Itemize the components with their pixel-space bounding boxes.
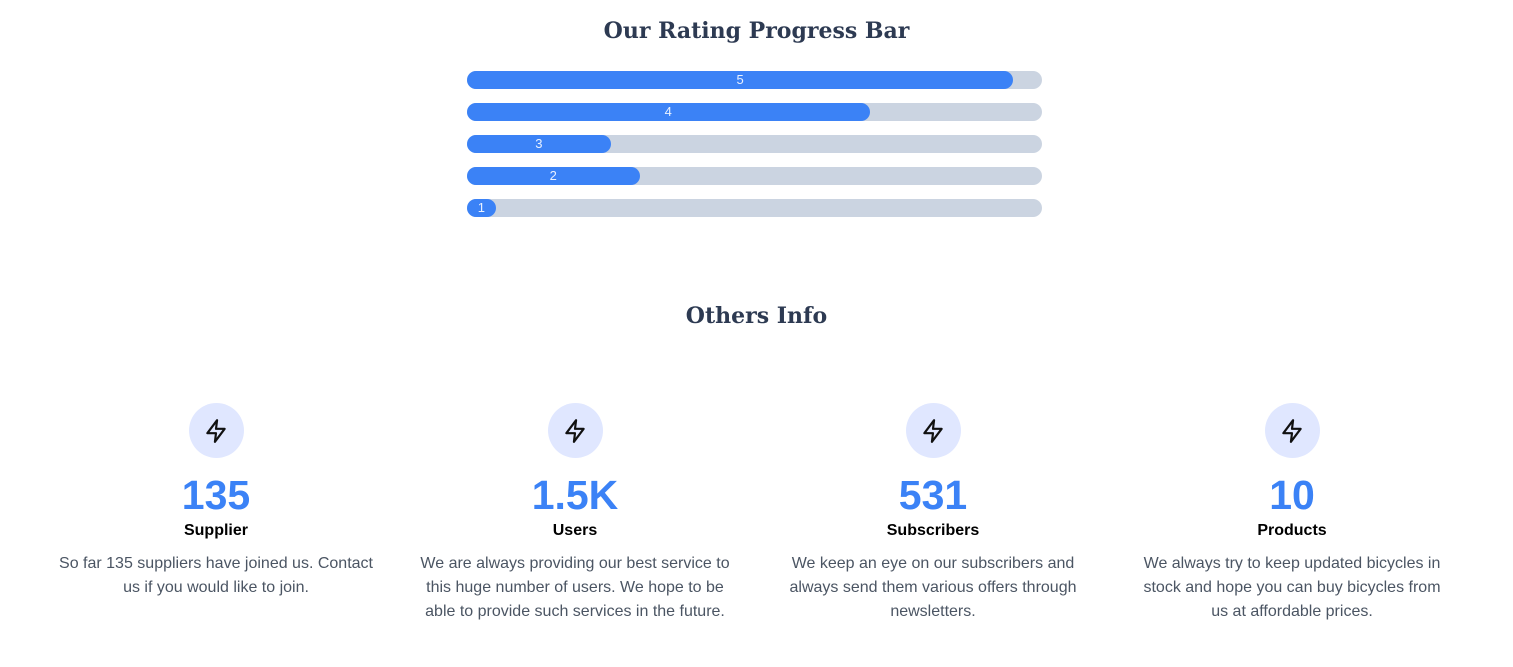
stat-label: Supplier (183, 522, 248, 539)
lightning-bolt-icon (188, 403, 244, 458)
stat-number: 135 (181, 472, 251, 518)
stat-card-users: 1.5K Users We are always providing our b… (410, 403, 740, 624)
rating-bar-track: 4 (467, 103, 1042, 121)
rating-bar-fill: 4 (467, 103, 870, 121)
rating-bar-track: 2 (467, 167, 1042, 185)
rating-section-title: Our Rating Progress Bar (603, 18, 910, 44)
stat-description: We are always providing our best service… (420, 555, 730, 620)
rating-bar-fill: 5 (467, 71, 1014, 89)
rating-bar-track: 1 (467, 199, 1042, 217)
stat-card-subscribers: 531 Subscribers We keep an eye on our su… (768, 403, 1098, 624)
stat-number: 10 (1269, 472, 1315, 518)
stat-number: 1.5K (531, 472, 619, 518)
stat-card-products: 10 Products We always try to keep update… (1127, 403, 1457, 624)
stat-label: Subscribers (886, 522, 980, 539)
rating-bar-fill: 3 (467, 135, 611, 153)
rating-bars: 5 4 3 2 1 (467, 71, 1042, 231)
stat-card-supplier: 135 Supplier So far 135 suppliers have j… (51, 403, 381, 600)
stat-number: 531 (898, 472, 968, 518)
lightning-bolt-icon (905, 403, 961, 458)
rating-bar-fill: 1 (467, 199, 496, 217)
stat-description: We always try to keep updated bicycles i… (1143, 555, 1441, 620)
others-section-title: Others Info (685, 303, 828, 329)
stat-label: Products (1257, 522, 1327, 539)
rating-bar-track: 5 (467, 71, 1042, 89)
stat-description: We keep an eye on our subscribers and al… (789, 555, 1077, 620)
rating-bar-track: 3 (467, 135, 1042, 153)
stat-label: Users (552, 522, 598, 539)
stat-description: So far 135 suppliers have joined us. Con… (59, 555, 373, 596)
rating-bar-fill: 2 (467, 167, 640, 185)
lightning-bolt-icon (1264, 403, 1320, 458)
lightning-bolt-icon (547, 403, 603, 458)
